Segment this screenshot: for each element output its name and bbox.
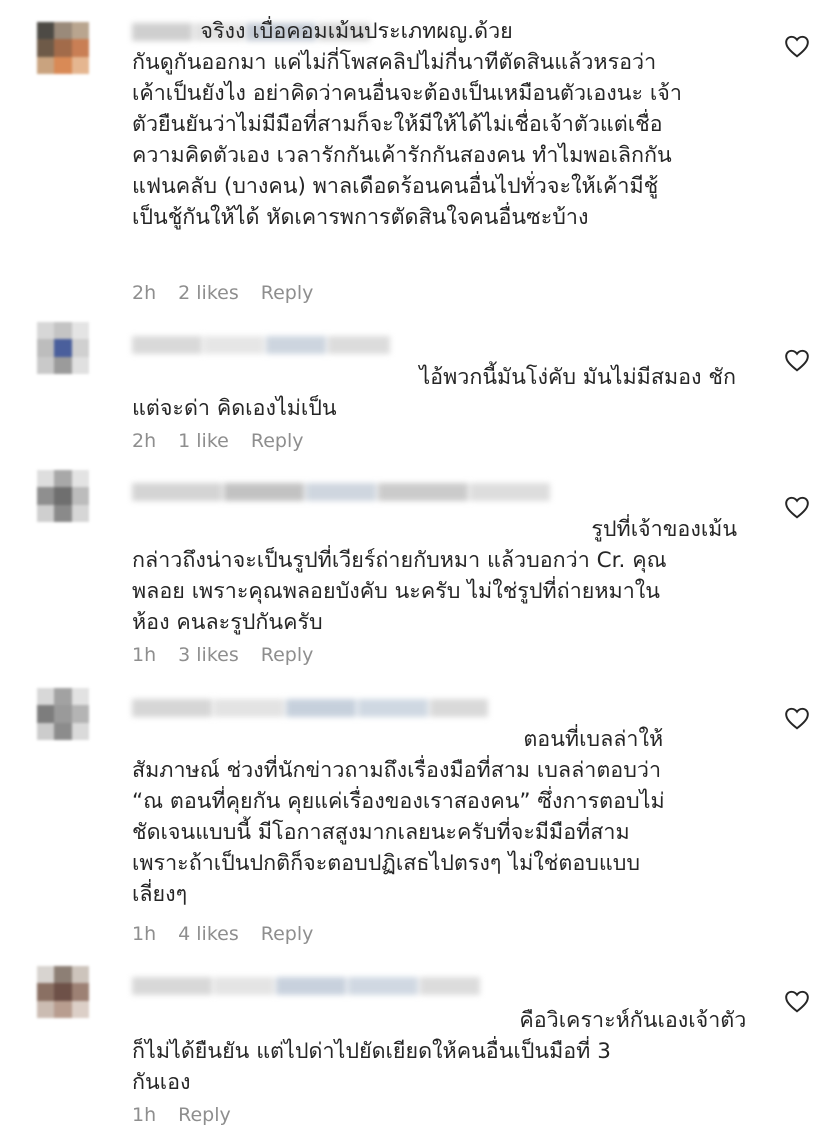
reply-button[interactable]: Reply: [261, 644, 314, 666]
comment-time[interactable]: 1h: [132, 923, 156, 945]
reply-button[interactable]: Reply: [261, 923, 314, 945]
heart-icon[interactable]: [784, 706, 810, 730]
avatar[interactable]: [37, 22, 89, 74]
comment-text: ตอนที่เบลล่าให้ สัมภาษณ์ ช่วงที่นักข่าวถ…: [132, 727, 665, 907]
comment-time[interactable]: 1h: [132, 644, 156, 666]
comment-meta: 2h 1 like Reply: [132, 430, 303, 452]
comment-likes[interactable]: 2 likes: [178, 282, 239, 304]
avatar[interactable]: [37, 470, 89, 522]
reply-button[interactable]: Reply: [178, 1104, 231, 1126]
avatar[interactable]: [37, 688, 89, 740]
reply-button[interactable]: Reply: [261, 282, 314, 304]
heart-icon[interactable]: [784, 495, 810, 519]
comment-text: รูปที่เจ้าของเม้น กล่าวถึงน่าจะเป็นรูปที…: [132, 517, 738, 635]
avatar[interactable]: [37, 966, 89, 1018]
comment-meta: 2h 2 likes Reply: [132, 282, 313, 304]
heart-icon[interactable]: [784, 989, 810, 1013]
avatar[interactable]: [37, 322, 89, 374]
reply-button[interactable]: Reply: [251, 430, 304, 452]
comment-text: จริงง เบื่อคอมเม้นประเภทผญ.ด้วย กันดูกัน…: [132, 19, 682, 230]
heart-icon[interactable]: [784, 348, 810, 372]
comment-meta: 1h Reply: [132, 1104, 231, 1126]
comment-likes[interactable]: 1 like: [178, 430, 229, 452]
comment-likes[interactable]: 3 likes: [178, 644, 239, 666]
comment-time[interactable]: 1h: [132, 1104, 156, 1126]
comment-meta: 1h 4 likes Reply: [132, 923, 313, 945]
comment-meta: 1h 3 likes Reply: [132, 644, 313, 666]
comment-time[interactable]: 2h: [132, 430, 156, 452]
comment-time[interactable]: 2h: [132, 282, 156, 304]
heart-icon[interactable]: [784, 34, 810, 58]
comment-likes[interactable]: 4 likes: [178, 923, 239, 945]
